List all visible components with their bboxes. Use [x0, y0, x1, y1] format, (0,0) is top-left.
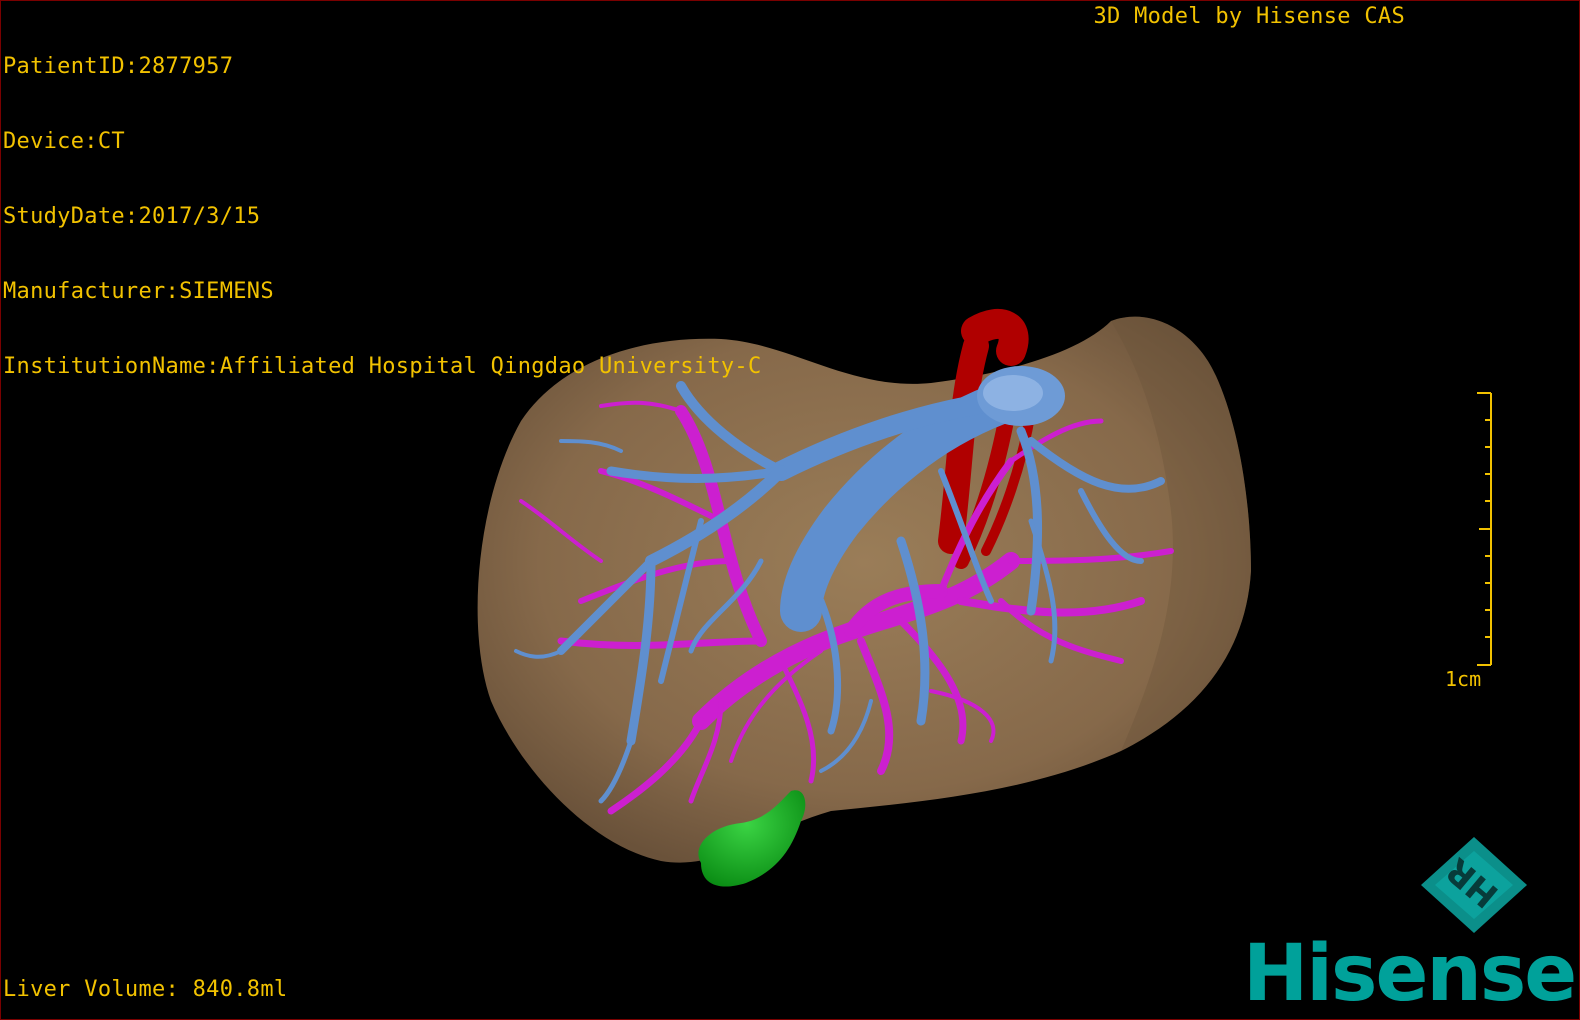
logo-text: Hisense [1243, 929, 1577, 1019]
study-date-text: StudyDate:2017/3/15 [3, 204, 261, 229]
model-credit-text: 3D Model by Hisense CAS [1093, 4, 1405, 29]
portal-vein-lumen [983, 375, 1043, 411]
dicom-info: PatientID:2877957 Device:CT StudyDate:20… [3, 4, 762, 429]
scale-label: 1cm [1445, 667, 1482, 691]
institution-text: InstitutionName:Affiliated Hospital Qing… [3, 354, 762, 379]
hr-badge-icon: HR [1421, 837, 1527, 933]
liver-volume-text: Liver Volume: 840.8ml [3, 977, 288, 1002]
manufacturer-text: Manufacturer:SIEMENS [3, 279, 274, 304]
device-text: Device:CT [3, 129, 125, 154]
3d-viewport[interactable]: PatientID:2877957 Device:CT StudyDate:20… [0, 0, 1580, 1020]
hisense-logo: HR Hisense [1237, 829, 1577, 1019]
scale-bar [1477, 392, 1492, 666]
patient-id-text: PatientID:2877957 [3, 54, 234, 79]
